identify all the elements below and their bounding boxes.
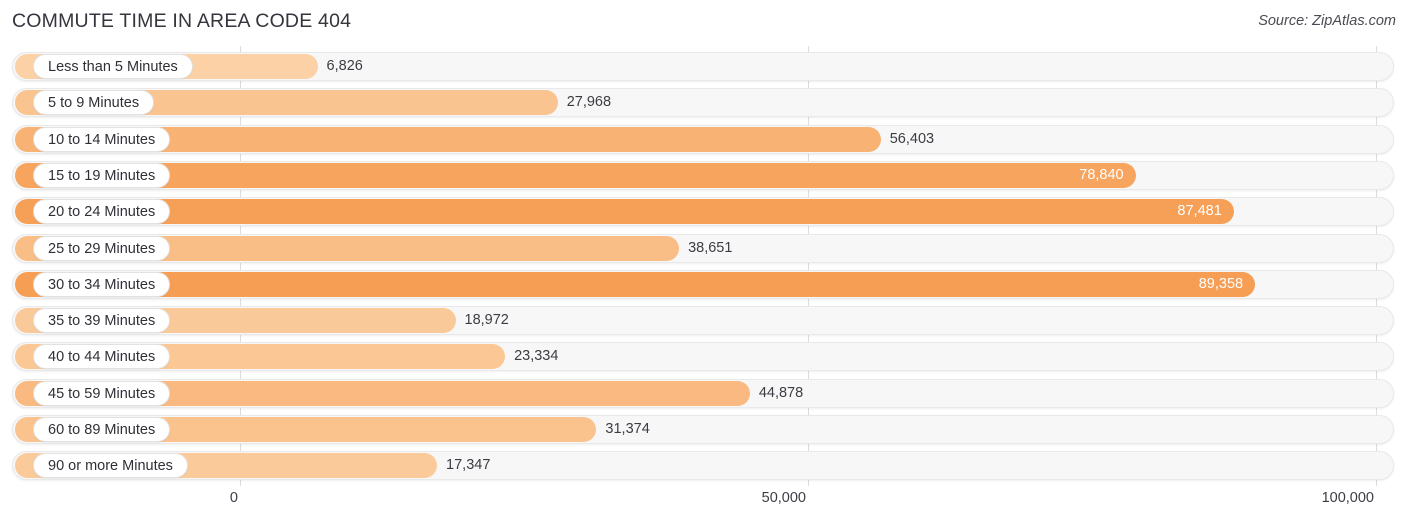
bar-value-label: 6,826	[326, 58, 363, 74]
category-label-pill: 5 to 9 Minutes	[33, 90, 155, 116]
category-label-pill: 30 to 34 Minutes	[33, 271, 171, 297]
bar-value-label: 23,334	[514, 348, 559, 365]
bar-row[interactable]: 78,840 15 to 19 Minutes	[12, 160, 1394, 190]
page-title: COMMUTE TIME IN AREA CODE 404	[12, 10, 352, 32]
bar-row[interactable]: 31,374 60 to 89 Minutes	[12, 415, 1394, 444]
x-axis-tick-label: 50,000	[761, 490, 806, 506]
bar-fill	[15, 199, 1234, 225]
category-label-pill: 90 or more Minutes	[33, 453, 188, 479]
category-label-pill: 20 to 24 Minutes	[33, 199, 171, 225]
bar-fill	[15, 271, 1256, 297]
chart-plot-area: 6,826 Less than 5 Minutes 27,968 5 to 9 Min…	[0, 46, 1406, 486]
category-label-pill: Less than 5 Minutes	[33, 54, 193, 79]
bar-row[interactable]: 17,347 90 or more Minutes	[12, 451, 1394, 481]
bar-value-label: 89,358	[1198, 275, 1244, 292]
category-label-pill: 60 to 89 Minutes	[33, 417, 171, 442]
bar-value-label: 78,840	[1079, 166, 1124, 183]
bar-row[interactable]: 89,358 30 to 34 Minutes	[12, 269, 1394, 299]
source-label: Source: ZipAtlas.com	[1258, 13, 1396, 29]
x-axis: 0 50,000 100,000	[0, 486, 1406, 522]
bar-value-label: 44,878	[758, 384, 804, 401]
bar-value-label: 31,374	[605, 421, 650, 437]
chart-header: COMMUTE TIME IN AREA CODE 404 Source: Zi…	[0, 0, 1406, 46]
bar-row[interactable]: 56,403 10 to 14 Minutes	[12, 124, 1394, 154]
bar-fill	[15, 162, 1136, 188]
bar-row[interactable]: 38,651 25 to 29 Minutes	[12, 233, 1394, 263]
bar-value-label: 87,481	[1177, 203, 1222, 220]
bar-value-label: 17,347	[446, 457, 491, 474]
category-label-pill: 40 to 44 Minutes	[33, 344, 171, 370]
bar-row[interactable]: 23,334 40 to 44 Minutes	[12, 342, 1394, 372]
x-axis-tick-label: 100,000	[1321, 490, 1374, 506]
bar-value-label: 18,972	[464, 312, 509, 329]
bar-row[interactable]: 27,968 5 to 9 Minutes	[12, 88, 1394, 118]
bar-value-label: 38,651	[688, 239, 733, 256]
x-axis-tick-label: 0	[229, 490, 238, 506]
bar-row[interactable]: 18,972 35 to 39 Minutes	[12, 306, 1394, 336]
category-label-pill: 35 to 39 Minutes	[33, 308, 171, 334]
bar-rows: 6,826 Less than 5 Minutes 27,968 5 to 9 Min…	[0, 46, 1406, 486]
category-label-pill: 45 to 59 Minutes	[33, 380, 171, 406]
category-label-pill: 10 to 14 Minutes	[33, 126, 171, 152]
bar-value-label: 56,403	[889, 130, 935, 147]
bar-row[interactable]: 6,826 Less than 5 Minutes	[12, 52, 1394, 81]
bar-value-label: 27,968	[566, 94, 612, 111]
category-label-pill: 25 to 29 Minutes	[33, 235, 171, 261]
bar-row[interactable]: 87,481 20 to 24 Minutes	[12, 197, 1394, 227]
category-label-pill: 15 to 19 Minutes	[33, 162, 171, 188]
bar-row[interactable]: 44,878 45 to 59 Minutes	[12, 378, 1394, 408]
